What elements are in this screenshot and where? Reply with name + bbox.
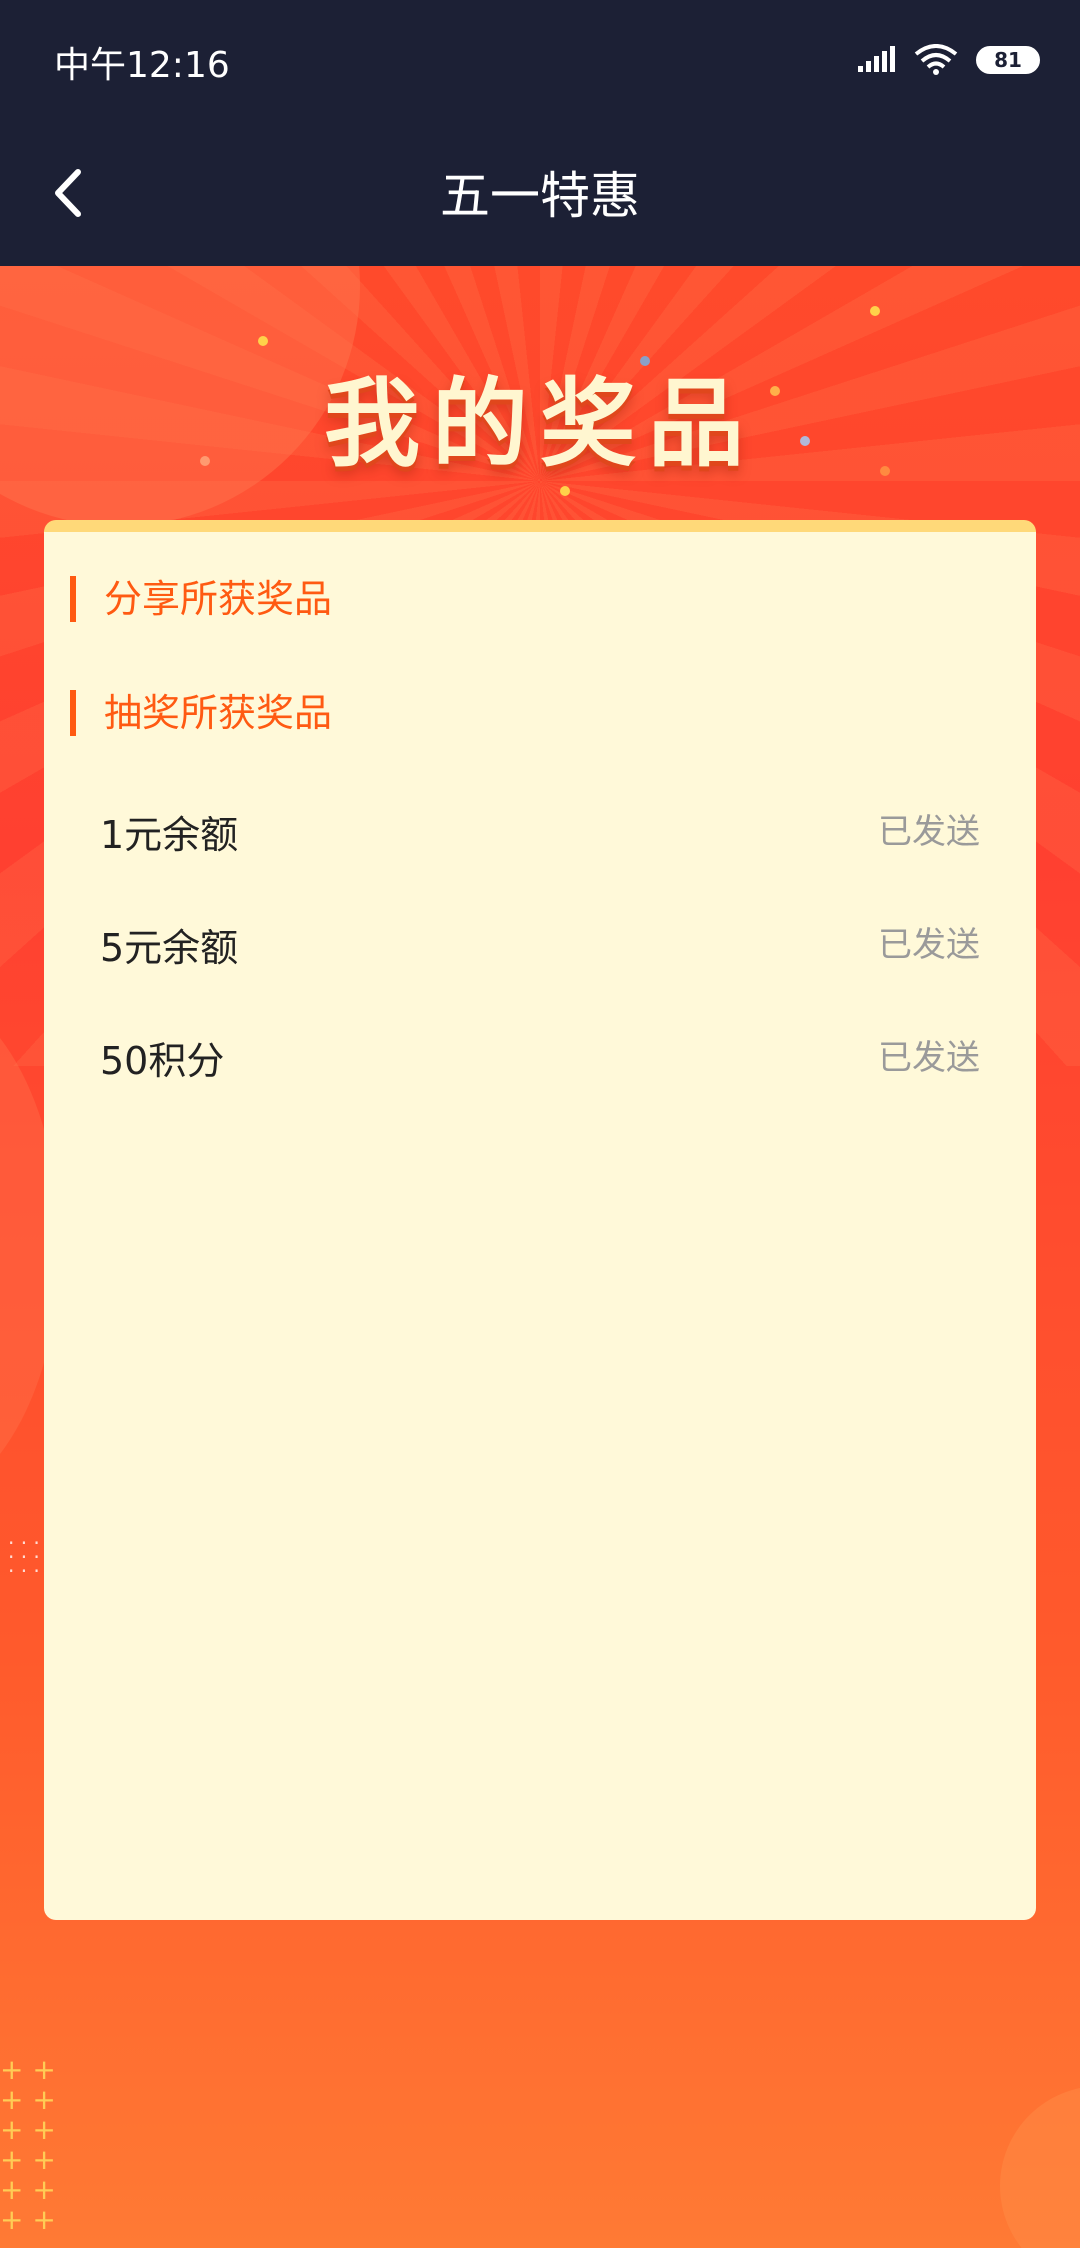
prize-status: 已发送 [878, 1038, 980, 1078]
prize-status: 已发送 [878, 812, 980, 852]
prize-status: 已发送 [878, 925, 980, 965]
status-bar: 中午12:16 81 [0, 0, 1080, 118]
hero-background: 我的奖品 · · · · · · · · · 分享所获奖品 抽奖所获奖品 1元余额 … [0, 266, 1080, 2248]
confetti [870, 306, 880, 316]
dots-decoration: · · · · · · · · · [8, 1531, 40, 1583]
battery-icon: 81 [976, 46, 1040, 74]
nav-bar: 五一特惠 [0, 118, 1080, 266]
confetti [560, 486, 570, 496]
plus-decoration: + + + + + + + + + + + + [0, 2053, 56, 2236]
decor-circle [1000, 2086, 1080, 2248]
wifi-icon [914, 44, 958, 75]
prize-name: 50积分 [100, 1039, 225, 1083]
prizes-heading: 我的奖品 [324, 368, 756, 480]
signal-icon [858, 46, 895, 72]
status-icons: 81 [856, 40, 1040, 80]
prizes-card: 分享所获奖品 抽奖所获奖品 1元余额 已发送 5元余额 已发送 50积分 已发送 [44, 520, 1036, 1920]
prize-row: 1元余额 已发送 [100, 804, 980, 864]
prize-name: 5元余额 [100, 926, 239, 970]
section-lottery-prizes: 抽奖所获奖品 [70, 690, 332, 736]
section-share-prizes: 分享所获奖品 [70, 576, 332, 622]
prize-row: 50积分 已发送 [100, 1030, 980, 1090]
status-time: 中午12:16 [54, 45, 230, 86]
page-title: 五一特惠 [440, 167, 640, 225]
prize-name: 1元余额 [100, 813, 239, 857]
confetti [258, 336, 268, 346]
prize-row: 5元余额 已发送 [100, 917, 980, 977]
